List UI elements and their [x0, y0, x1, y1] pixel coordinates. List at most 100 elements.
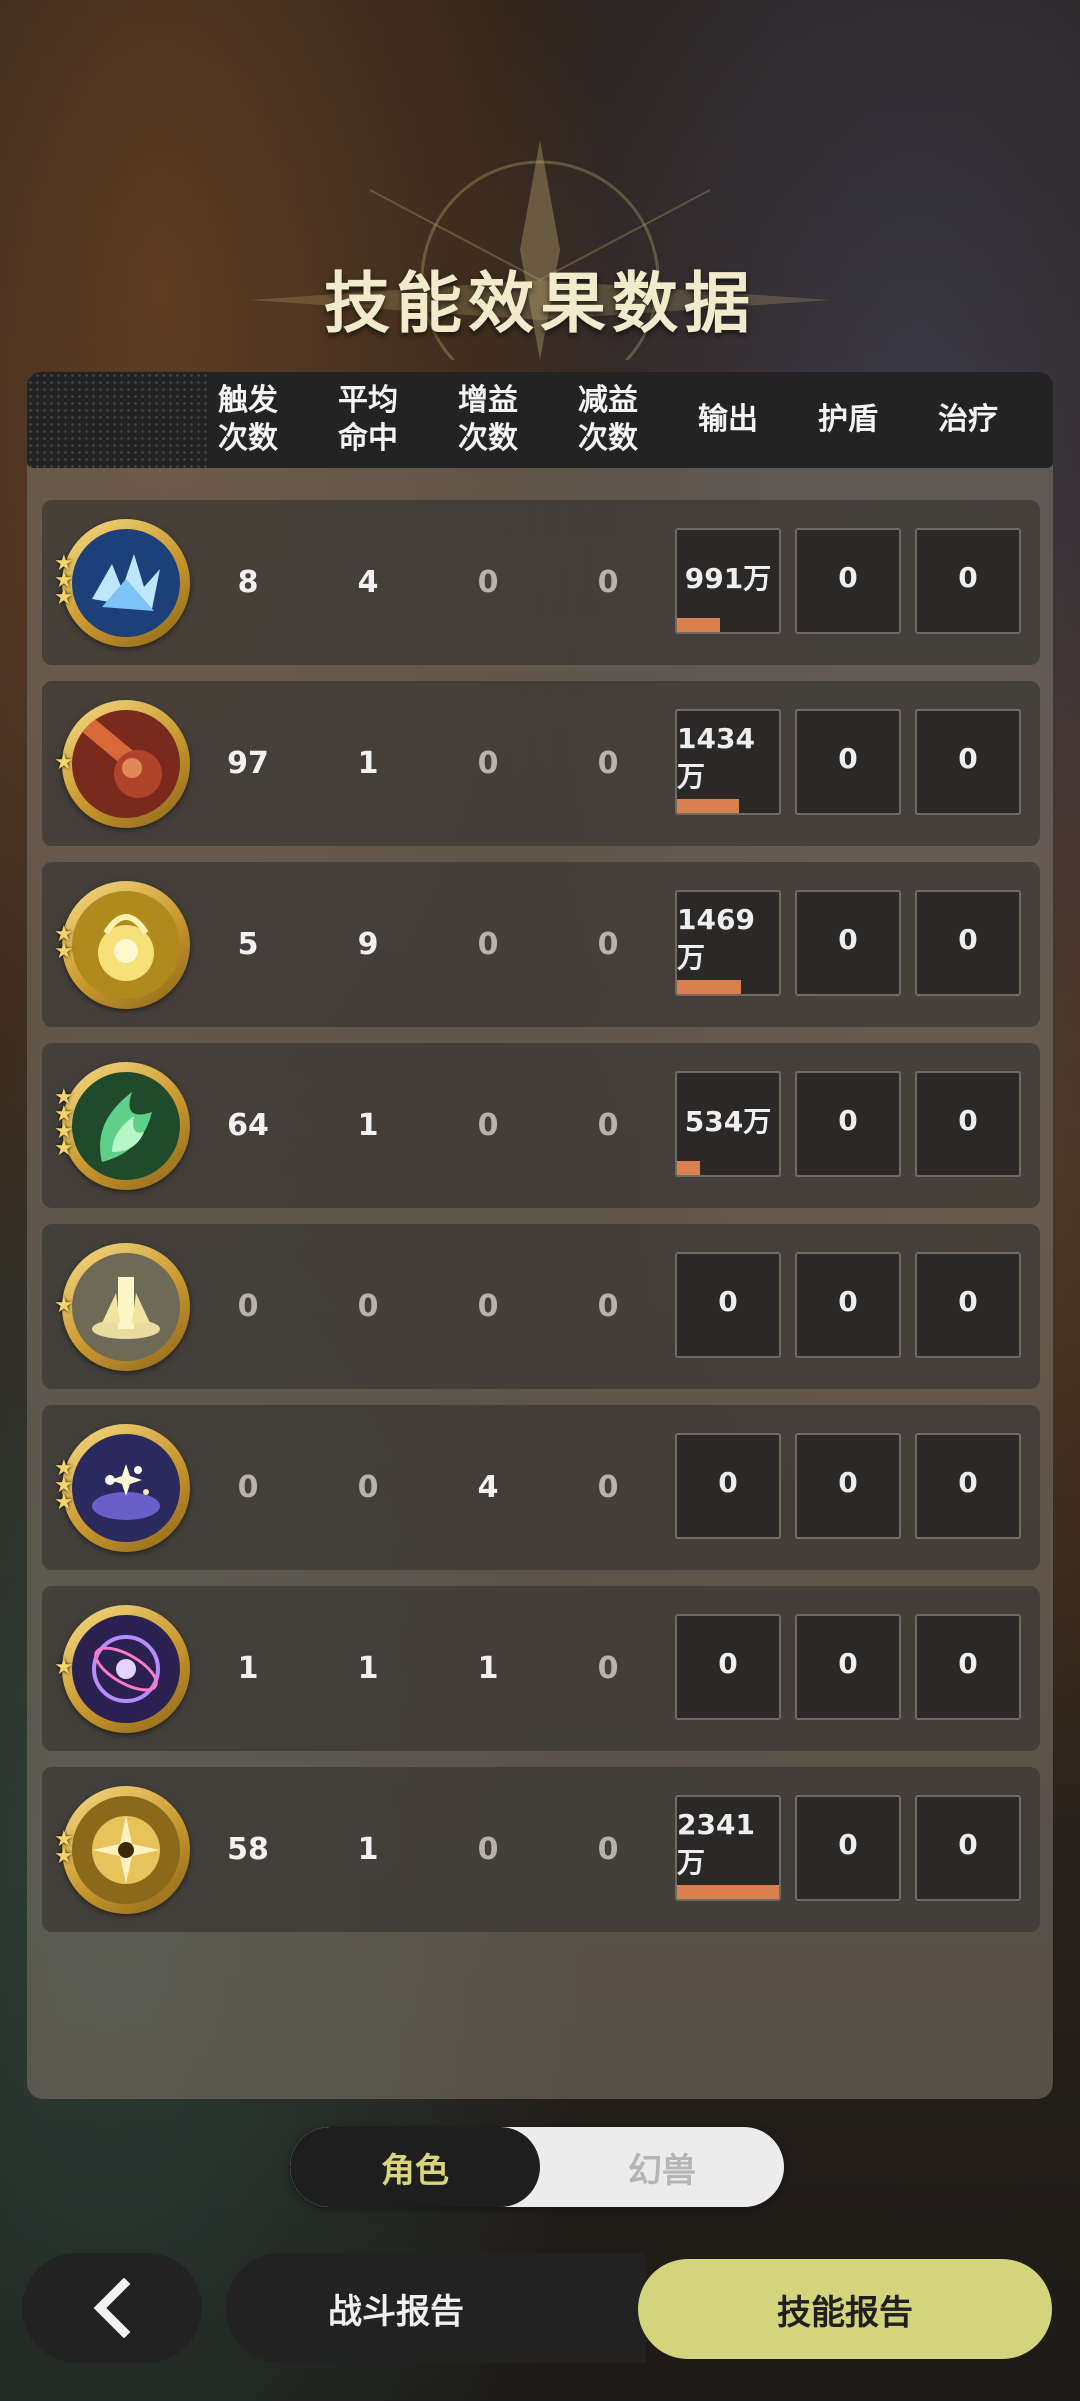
table-row[interactable]: ★ ★ ★ 0 0 4 0 0 0 0: [42, 1405, 1040, 1570]
buff-count-cell: 0: [477, 565, 499, 600]
buff-count-cell: 0: [477, 1289, 499, 1324]
shield-value: 0: [838, 1284, 858, 1318]
avg-hit-cell: 4: [357, 565, 379, 600]
star-icon: ★: [54, 1293, 74, 1318]
skill-report-tab[interactable]: 技能报告: [638, 2259, 1052, 2359]
shield-value: 0: [838, 1827, 858, 1861]
skill-icon-frame[interactable]: [62, 1062, 190, 1190]
star-rating: ★ ★ ★: [54, 1458, 80, 1515]
heal-value: 0: [958, 1103, 978, 1137]
output-box: 1469万: [675, 890, 781, 996]
trigger-count-cell: 0: [237, 1470, 259, 1505]
buff-count-cell: 1: [477, 1651, 499, 1686]
skill-icon-frame[interactable]: [62, 1786, 190, 1914]
avg-hit-cell: 1: [357, 1832, 379, 1867]
output-bar: [677, 980, 742, 994]
table-row[interactable]: ★ 0 0 0 0 0 0 0: [42, 1224, 1040, 1389]
shield-box: 0: [795, 890, 901, 996]
column-header-label: 输出: [698, 402, 758, 437]
star-rating: ★: [54, 1293, 80, 1318]
debuff-count-cell: 0: [597, 1108, 619, 1143]
arcane-sphere-skill-icon: [72, 1615, 180, 1723]
meteor-skill-icon: [72, 710, 180, 818]
avg-hit-cell: 0: [357, 1289, 379, 1324]
table-row[interactable]: ★ ★ 5 9 0 0 1469万 0 0: [42, 862, 1040, 1027]
shield-box: 0: [795, 709, 901, 815]
output-value: 0: [718, 1646, 738, 1680]
column-header-label: 治疗: [938, 402, 998, 437]
ice-shard-skill-icon: [72, 529, 180, 637]
debuff-count-cell: 0: [597, 1470, 619, 1505]
trigger-count-cell: 5: [237, 927, 259, 962]
output-box: 0: [675, 1252, 781, 1358]
trigger-count-cell: 1: [237, 1651, 259, 1686]
trigger-count-cell: 64: [227, 1108, 269, 1143]
shield-value: 0: [838, 560, 858, 594]
light-pillar-skill-icon: [72, 1253, 180, 1361]
output-bar: [677, 1161, 701, 1175]
star-rating: ★ ★ ★ ★: [54, 1087, 80, 1160]
output-value: 534万: [684, 1105, 772, 1138]
skill-icon-frame[interactable]: [62, 700, 190, 828]
table-row[interactable]: ★ ★ ★ 8 4 0 0 991万 0 0: [42, 500, 1040, 665]
table-row[interactable]: ★ ★ ★ ★ 64 1 0 0 534万 0 0: [42, 1043, 1040, 1208]
trigger-count-cell: 8: [237, 565, 259, 600]
role-toggle[interactable]: 角色 幻兽: [290, 2127, 784, 2207]
star-rating: ★: [54, 750, 80, 775]
table-row[interactable]: ★ 1 1 1 0 0 0 0: [42, 1586, 1040, 1751]
output-value: 1434万: [677, 721, 755, 793]
star-rating: ★: [54, 1655, 80, 1680]
output-value: 0: [718, 1284, 738, 1318]
avg-hit-cell: 1: [357, 746, 379, 781]
star-icon: ★: [54, 1490, 74, 1515]
toggle-beast[interactable]: 幻兽: [540, 2127, 784, 2207]
heal-value: 0: [958, 1284, 978, 1318]
column-header: 护盾: [793, 372, 903, 468]
skill-icon-frame[interactable]: [62, 1243, 190, 1371]
column-header-label: 触发 次数: [218, 383, 278, 456]
table-row[interactable]: ★ ★ 58 1 0 0 2341万 0 0: [42, 1767, 1040, 1932]
debuff-count-cell: 0: [597, 746, 619, 781]
toggle-character[interactable]: 角色: [290, 2127, 540, 2207]
heal-box: 0: [915, 1795, 1021, 1901]
skill-icon-frame[interactable]: [62, 1424, 190, 1552]
output-value: 2341万: [677, 1807, 755, 1879]
skill-icon-frame[interactable]: [62, 1605, 190, 1733]
heal-box: 0: [915, 890, 1021, 996]
heal-box: 0: [915, 1071, 1021, 1177]
output-box: 534万: [675, 1071, 781, 1177]
battle-report-tab[interactable]: 战斗报告: [226, 2253, 646, 2363]
column-header-label: 护盾: [818, 402, 878, 437]
column-header: 减益 次数: [553, 372, 663, 468]
starry-orb-skill-icon: [72, 1434, 180, 1542]
star-icon: ★: [54, 1655, 74, 1680]
shield-box: 0: [795, 1071, 901, 1177]
column-header: 平均 命中: [313, 372, 423, 468]
heal-value: 0: [958, 922, 978, 956]
avg-hit-cell: 1: [357, 1651, 379, 1686]
heal-box: 0: [915, 1433, 1021, 1539]
output-value: 1469万: [677, 902, 755, 974]
column-header-label: 增益 次数: [458, 383, 518, 456]
column-header-label: 平均 命中: [338, 383, 398, 456]
skill-icon-frame[interactable]: [62, 881, 190, 1009]
output-bar: [677, 1885, 779, 1899]
column-header: 治疗: [913, 372, 1023, 468]
avg-hit-cell: 9: [357, 927, 379, 962]
trigger-count-cell: 58: [227, 1832, 269, 1867]
skill-icon-frame[interactable]: [62, 519, 190, 647]
debuff-count-cell: 0: [597, 565, 619, 600]
buff-count-cell: 0: [477, 1832, 499, 1867]
golden-burst-skill-icon: [72, 1796, 180, 1904]
chevron-left-icon: [93, 2278, 131, 2338]
shield-box: 0: [795, 1614, 901, 1720]
table-row[interactable]: ★ 97 1 0 0 1434万 0 0: [42, 681, 1040, 846]
shield-box: 0: [795, 1433, 901, 1539]
debuff-count-cell: 0: [597, 927, 619, 962]
output-box: 991万: [675, 528, 781, 634]
star-icon: ★: [54, 750, 74, 775]
buff-count-cell: 0: [477, 927, 499, 962]
star-icon: ★: [54, 1844, 74, 1869]
back-button[interactable]: [22, 2253, 202, 2363]
heal-value: 0: [958, 741, 978, 775]
